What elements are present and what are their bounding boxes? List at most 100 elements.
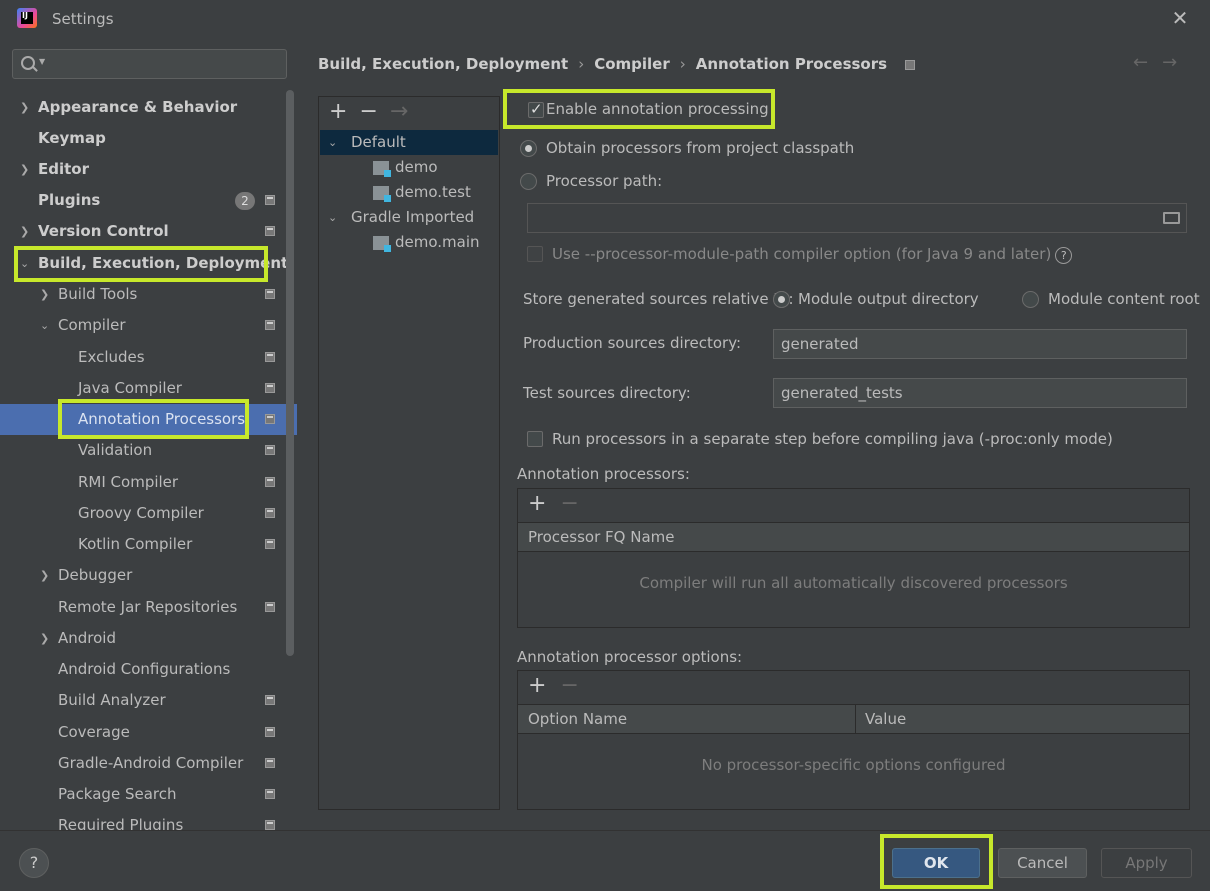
sidebar-item-annotation-processors[interactable]: Annotation Processors	[0, 404, 297, 435]
sidebar-item-label: RMI Compiler	[78, 473, 179, 491]
sidebar-item-label: Version Control	[38, 222, 169, 240]
sidebar-item-label: Build Analyzer	[58, 691, 166, 709]
project-scope-icon	[265, 289, 275, 299]
add-processor-button[interactable]: +	[528, 491, 546, 516]
processor-fq-name-column[interactable]: Processor FQ Name	[518, 522, 1189, 552]
profile-item-gradle-imported[interactable]: ⌄ Gradle Imported	[319, 205, 497, 230]
enable-annotation-processing-checkbox[interactable]	[528, 100, 544, 118]
processor-options-table: + − Option Name Value No processor-specif…	[517, 670, 1190, 810]
dialog-footer: ? OK Cancel Apply	[0, 830, 1210, 891]
sidebar-item-package-search[interactable]: Package Search	[0, 779, 297, 810]
sidebar-item-rmi-compiler[interactable]: RMI Compiler	[0, 467, 297, 498]
remove-profile-button[interactable]: −	[359, 99, 377, 124]
profile-label: Default	[351, 133, 406, 151]
sidebar-item-android-configurations[interactable]: Android Configurations	[0, 654, 297, 685]
sidebar-item-label: Validation	[78, 441, 153, 459]
sidebar-item-plugins[interactable]: Plugins 2	[0, 185, 297, 216]
module-item-demo-main[interactable]: demo.main	[373, 230, 480, 255]
sidebar-item-groovy-compiler[interactable]: Groovy Compiler	[0, 498, 297, 529]
sidebar-item-debugger[interactable]: ❯ Debugger	[0, 560, 297, 591]
sidebar-item-appearance[interactable]: ❯ Appearance & Behavior	[0, 92, 297, 123]
obtain-from-classpath-radio[interactable]	[520, 140, 537, 157]
sidebar-item-required-plugins[interactable]: Required Plugins	[0, 810, 297, 830]
sidebar-item-label: Keymap	[38, 129, 106, 147]
sidebar-item-label: Coverage	[58, 723, 130, 741]
sidebar-item-validation[interactable]: Validation	[0, 435, 297, 466]
sidebar-item-label: Package Search	[58, 785, 177, 803]
search-input[interactable]: ▼	[12, 49, 287, 79]
module-output-label: Module output directory	[798, 290, 979, 308]
sidebar-item-java-compiler[interactable]: Java Compiler	[0, 373, 297, 404]
sidebar-scrollbar[interactable]	[286, 90, 294, 656]
app-icon-text: IJ	[22, 11, 28, 20]
project-scope-icon	[265, 758, 275, 768]
project-scope-icon	[265, 320, 275, 330]
test-sources-label: Test sources directory:	[523, 384, 691, 402]
separate-step-checkbox[interactable]	[527, 431, 543, 447]
test-sources-input[interactable]: generated_tests	[773, 378, 1187, 408]
option-name-column[interactable]: Option Name	[528, 705, 627, 734]
add-profile-button[interactable]: +	[329, 99, 347, 124]
sidebar-item-editor[interactable]: ❯ Editor	[0, 154, 297, 185]
processor-path-label: Processor path:	[546, 172, 663, 190]
module-content-root-label: Module content root	[1048, 290, 1200, 308]
module-item-demo-test[interactable]: demo.test	[373, 180, 471, 205]
ok-button[interactable]: OK	[892, 848, 980, 878]
module-label: demo	[395, 158, 438, 176]
annotation-processors-table: + − Processor FQ Name Compiler will run a…	[517, 488, 1190, 628]
sidebar-item-android[interactable]: ❯ Android	[0, 623, 297, 654]
sidebar-item-build-tools[interactable]: ❯ Build Tools	[0, 279, 297, 310]
intellij-logo-icon: IJ	[17, 8, 37, 28]
module-item-demo[interactable]: demo	[373, 155, 438, 180]
sidebar-item-label: Kotlin Compiler	[78, 535, 193, 553]
processor-path-radio[interactable]	[520, 173, 537, 190]
sidebar-item-coverage[interactable]: Coverage	[0, 717, 297, 748]
chevron-right-icon: ❯	[20, 101, 30, 114]
obtain-from-classpath-label: Obtain processors from project classpath	[546, 139, 855, 157]
sidebar-item-compiler[interactable]: ⌄ Compiler	[0, 310, 297, 341]
separate-step-label: Run processors in a separate step before…	[552, 430, 1113, 448]
add-option-button[interactable]: +	[528, 673, 546, 698]
help-icon[interactable]: ?	[1055, 247, 1073, 264]
value-column[interactable]: Value	[865, 705, 906, 734]
sidebar-item-excludes[interactable]: Excludes	[0, 342, 297, 373]
folder-icon[interactable]	[1163, 212, 1180, 224]
close-icon[interactable]: ✕	[1168, 6, 1192, 30]
sidebar-item-keymap[interactable]: Keymap	[0, 123, 297, 154]
profile-item-default[interactable]: ⌄ Default	[320, 130, 498, 155]
sidebar-item-label: Build Tools	[58, 285, 138, 303]
module-icon	[373, 160, 391, 177]
processor-module-path-row: Use --processor-module-path compiler opt…	[552, 245, 1073, 264]
move-module-button: →	[389, 99, 409, 124]
sidebar-item-kotlin-compiler[interactable]: Kotlin Compiler	[0, 529, 297, 560]
sidebar-item-label: Excludes	[78, 348, 145, 366]
column-divider	[855, 705, 856, 734]
sidebar-item-build-analyzer[interactable]: Build Analyzer	[0, 685, 297, 716]
sidebar-item-gradle-android-compiler[interactable]: Gradle-Android Compiler	[0, 748, 297, 779]
project-scope-icon	[265, 414, 275, 424]
profiles-toolbar: + − →	[329, 99, 420, 124]
module-output-radio-selected[interactable]	[773, 291, 790, 308]
help-button[interactable]: ?	[19, 848, 49, 878]
sidebar-item-build-execution-deployment[interactable]: ⌄ Build, Execution, Deployment	[0, 248, 297, 279]
cancel-button[interactable]: Cancel	[998, 848, 1087, 878]
sidebar-item-label: Editor	[38, 160, 89, 178]
module-content-root-radio[interactable]	[1022, 291, 1039, 308]
processor-module-path-checkbox	[527, 246, 543, 262]
options-table-header: Option Name Value	[518, 704, 1189, 734]
module-icon	[373, 235, 391, 252]
sidebar-item-remote-jar-repositories[interactable]: Remote Jar Repositories	[0, 592, 297, 623]
processor-path-field[interactable]	[527, 203, 1187, 233]
project-scope-icon	[265, 539, 275, 549]
title-bar: IJ Settings ✕	[0, 0, 1210, 38]
module-label: demo.main	[395, 233, 480, 251]
project-scope-icon	[265, 352, 275, 362]
project-scope-icon	[265, 226, 275, 236]
chevron-down-icon: ⌄	[40, 319, 50, 332]
sidebar-item-version-control[interactable]: ❯ Version Control	[0, 216, 297, 247]
chevron-right-icon: ❯	[20, 225, 30, 238]
production-sources-input[interactable]: generated	[773, 329, 1187, 359]
chevron-right-icon: ❯	[40, 569, 50, 582]
annotation-options: Enable annotation processing Obtain proc…	[515, 38, 1205, 830]
processors-empty-text: Compiler will run all automatically disc…	[639, 574, 1068, 592]
